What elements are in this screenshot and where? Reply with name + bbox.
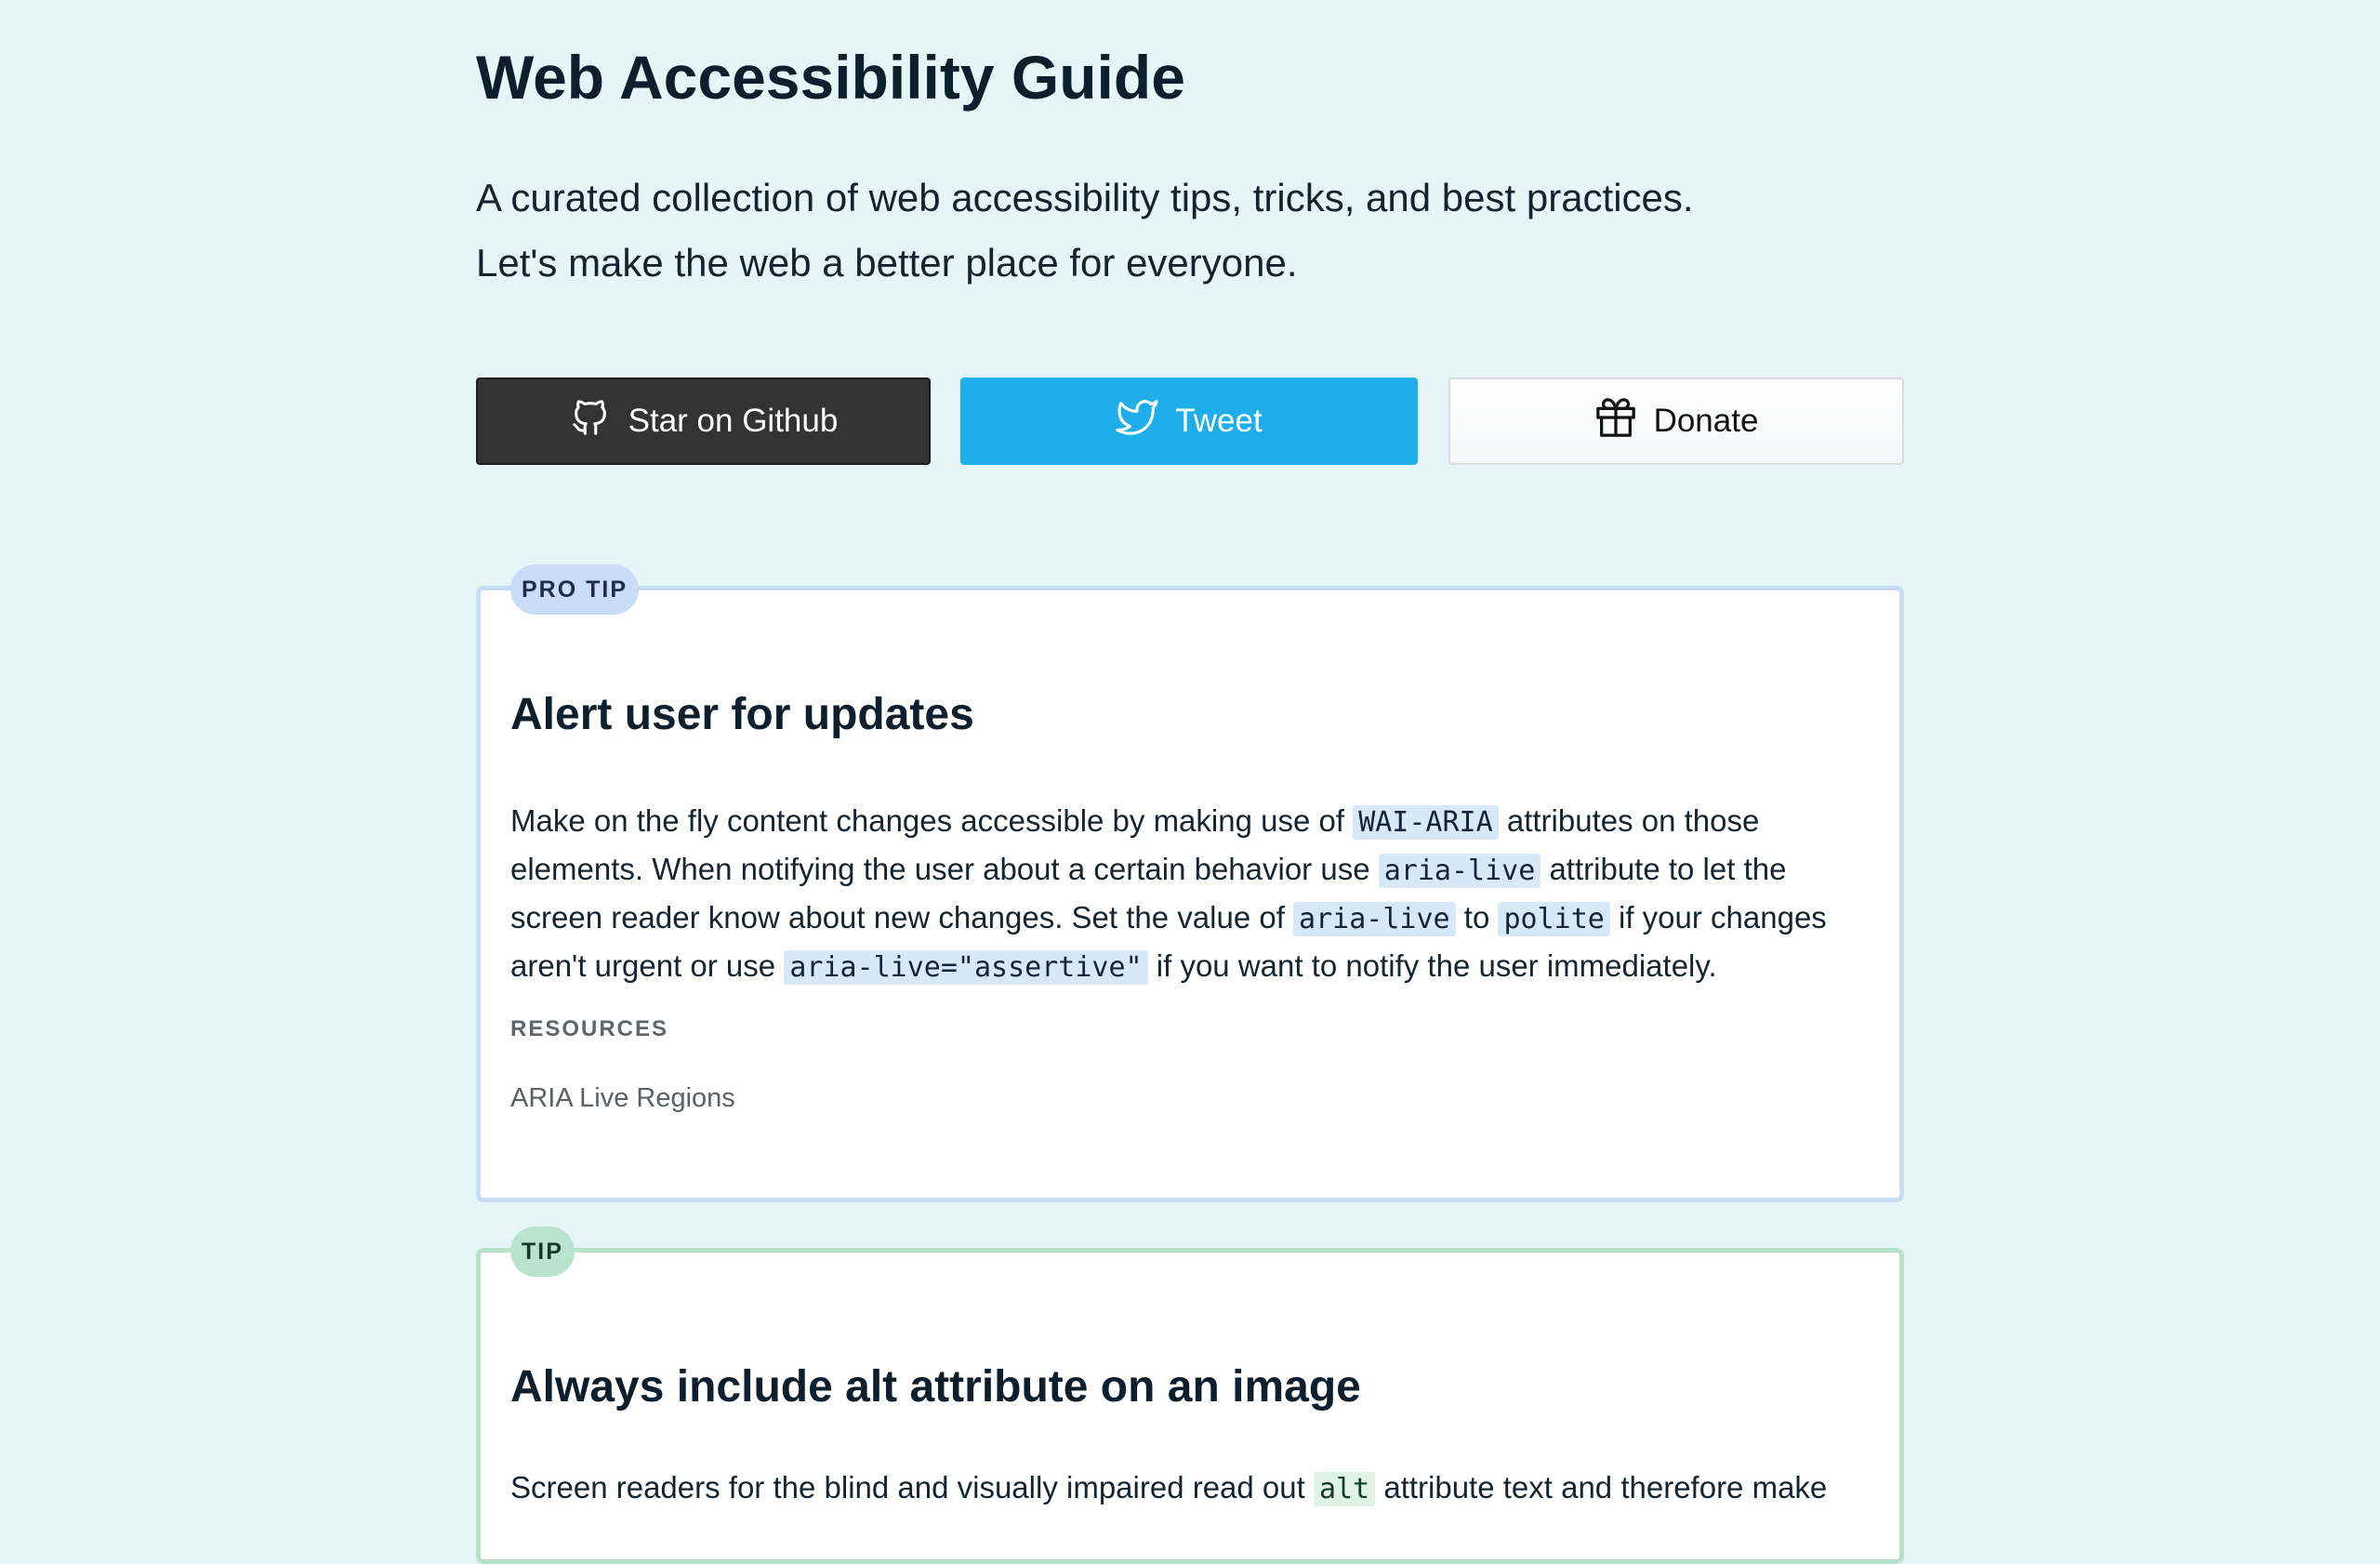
tip-badge: TIP: [510, 1226, 575, 1277]
card-body: Screen readers for the blind and visuall…: [510, 1465, 1877, 1513]
page-title: Web Accessibility Guide: [476, 43, 1185, 112]
inline-code: aria-live="assertive": [784, 950, 1148, 985]
inline-code: polite: [1498, 902, 1610, 936]
inline-code: alt: [1313, 1472, 1376, 1506]
pro-tip-badge: PRO TIP: [510, 564, 640, 615]
star-on-github-label: Star on Github: [628, 403, 839, 439]
card-title: Alert user for updates: [510, 690, 974, 739]
resources-heading: RESOURCES: [510, 1016, 669, 1041]
card-title: Always include alt attribute on an image: [510, 1362, 1361, 1412]
body-line: screen reader know about new changes. Se…: [510, 900, 1827, 936]
inline-code: WAI-ARIA: [1353, 805, 1499, 840]
twitter-bird-icon: [1116, 396, 1158, 447]
resource-link-aria-live-regions[interactable]: ARIA Live Regions: [510, 1083, 735, 1114]
tweet-label: Tweet: [1175, 403, 1263, 439]
tweet-button[interactable]: Tweet: [960, 378, 1418, 465]
body-line: Screen readers for the blind and visuall…: [510, 1470, 1828, 1506]
star-on-github-button[interactable]: Star on Github: [476, 378, 931, 465]
body-line: Make on the fly content changes accessib…: [510, 803, 1760, 840]
intro-text: A curated collection of web accessibilit…: [476, 166, 1694, 296]
inline-code: aria-live: [1293, 902, 1456, 936]
body-line: elements. When notifying the user about …: [510, 852, 1787, 888]
intro-line-1: A curated collection of web accessibilit…: [476, 176, 1694, 219]
body-line: aren't urgent or use aria-live="assertiv…: [510, 948, 1717, 985]
donate-button[interactable]: Donate: [1448, 378, 1904, 465]
gift-icon: [1594, 396, 1637, 447]
intro-line-2: Let's make the web a better place for ev…: [476, 241, 1298, 285]
card-body: Make on the fly content changes accessib…: [510, 798, 1877, 991]
pro-tip-card: PRO TIP Alert user for updates Make on t…: [476, 564, 1904, 1202]
inline-code: aria-live: [1378, 854, 1541, 888]
donate-label: Donate: [1653, 403, 1759, 439]
tip-card: TIP Always include alt attribute on an i…: [476, 1226, 1904, 1564]
github-icon: [569, 396, 612, 447]
